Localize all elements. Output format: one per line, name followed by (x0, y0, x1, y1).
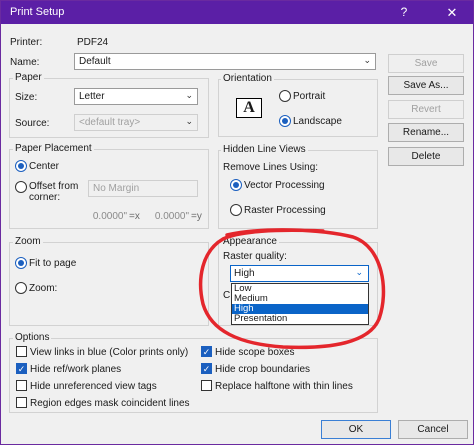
red-circle-annotation (198, 228, 386, 350)
print-setup-dialog: Print Setup ? ✕ Printer: PDF24 Name: Def… (0, 0, 474, 445)
